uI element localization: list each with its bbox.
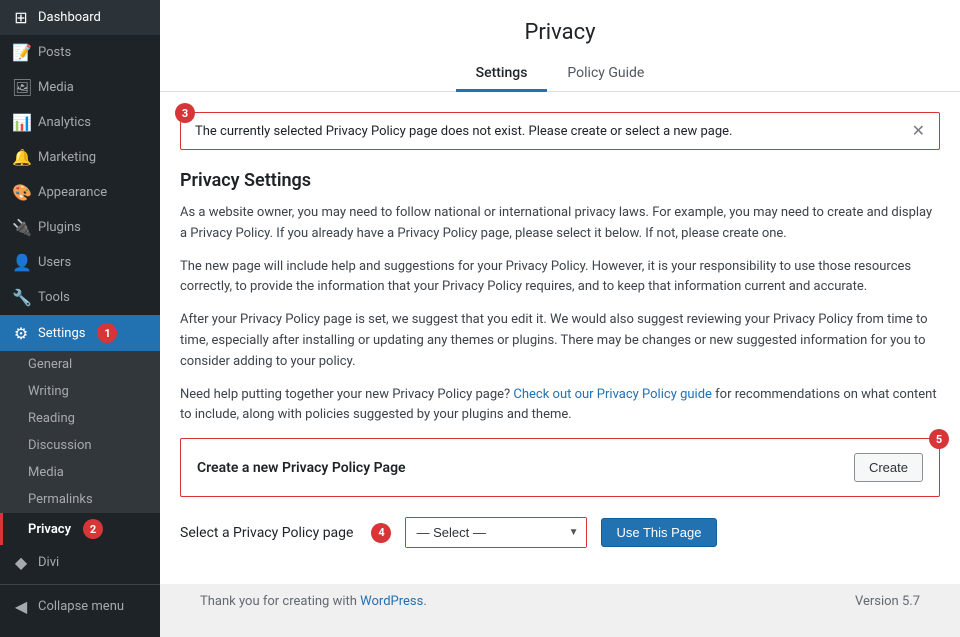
sidebar-item-label: Dashboard xyxy=(38,10,101,25)
divi-icon: ◆ xyxy=(12,553,30,572)
sidebar-item-appearance[interactable]: 🎨 Appearance xyxy=(0,175,160,210)
submenu-item-discussion[interactable]: Discussion xyxy=(0,432,160,459)
create-label: Create a new Privacy Policy Page xyxy=(197,460,838,476)
settings-submenu: General Writing Reading Discussion Media… xyxy=(0,351,160,545)
submenu-item-writing[interactable]: Writing xyxy=(0,378,160,405)
sidebar-item-label: Plugins xyxy=(38,220,81,235)
policy-page-select[interactable]: — Select — xyxy=(406,518,586,547)
submenu-label: Reading xyxy=(28,411,75,426)
alert-message: The currently selected Privacy Policy pa… xyxy=(195,124,732,139)
sidebar: ⊞ Dashboard 📝 Posts 🖼 Media 📊 Analytics … xyxy=(0,0,160,637)
create-policy-row: 5 Create a new Privacy Policy Page Creat… xyxy=(180,438,940,497)
alert-badge: 3 xyxy=(175,103,195,123)
tab-policy-guide[interactable]: Policy Guide xyxy=(547,57,664,92)
settings-badge: 1 xyxy=(97,323,117,343)
sidebar-item-plugins[interactable]: 🔌 Plugins xyxy=(0,210,160,245)
tab-settings[interactable]: Settings xyxy=(456,57,548,92)
marketing-icon: 🔔 xyxy=(12,148,30,167)
tools-icon: 🔧 xyxy=(12,288,30,307)
use-this-page-button[interactable]: Use This Page xyxy=(601,518,716,547)
sidebar-item-label: Analytics xyxy=(38,115,91,130)
sidebar-item-media[interactable]: 🖼 Media xyxy=(0,70,160,105)
page-title: Privacy xyxy=(160,20,960,45)
sidebar-item-divi[interactable]: ◆ Divi xyxy=(0,545,160,580)
submenu-item-permalinks[interactable]: Permalinks xyxy=(0,486,160,513)
page-footer: Thank you for creating with WordPress. V… xyxy=(180,584,940,619)
sidebar-item-label: Collapse menu xyxy=(38,599,124,614)
submenu-label: Writing xyxy=(28,384,69,399)
submenu-item-privacy[interactable]: Privacy 2 xyxy=(0,513,160,545)
submenu-item-reading[interactable]: Reading xyxy=(0,405,160,432)
alert-box: 3 The currently selected Privacy Policy … xyxy=(180,112,940,150)
submenu-label: Media xyxy=(28,465,64,480)
footer-thank-you: Thank you for creating with WordPress. xyxy=(200,594,427,609)
sidebar-item-label: Marketing xyxy=(38,150,96,165)
submenu-item-general[interactable]: General xyxy=(0,351,160,378)
sidebar-item-marketing[interactable]: 🔔 Marketing xyxy=(0,140,160,175)
content-body: 3 The currently selected Privacy Policy … xyxy=(160,92,960,584)
posts-icon: 📝 xyxy=(12,43,30,62)
content-paragraph-2: The new page will include help and sugge… xyxy=(180,257,940,299)
collapse-icon: ◀ xyxy=(12,597,30,616)
select-policy-row: Select a Privacy Policy page 4 — Select … xyxy=(180,517,940,548)
footer-text: Thank you for creating with xyxy=(200,594,357,609)
sidebar-item-label: Appearance xyxy=(38,185,107,200)
submenu-item-media[interactable]: Media xyxy=(0,459,160,486)
main-content: Privacy Settings Policy Guide 3 The curr… xyxy=(160,0,960,637)
sidebar-divider xyxy=(0,584,160,585)
sidebar-item-label: Settings xyxy=(38,326,85,341)
paragraph4-before: Need help putting together your new Priv… xyxy=(180,387,510,402)
sidebar-item-label: Tools xyxy=(38,290,70,305)
submenu-label: Privacy xyxy=(28,522,71,537)
select-label: Select a Privacy Policy page xyxy=(180,525,353,541)
plugins-icon: 🔌 xyxy=(12,218,30,237)
collapse-menu-item[interactable]: ◀ Collapse menu xyxy=(0,589,160,624)
privacy-policy-guide-link[interactable]: Check out our Privacy Policy guide xyxy=(513,387,712,402)
sidebar-item-settings[interactable]: ⚙ Settings 1 xyxy=(0,315,160,351)
users-icon: 👤 xyxy=(12,253,30,272)
sidebar-item-label: Media xyxy=(38,80,74,95)
sidebar-item-dashboard[interactable]: ⊞ Dashboard xyxy=(0,0,160,35)
tabs-nav: Settings Policy Guide xyxy=(160,57,960,91)
submenu-label: Permalinks xyxy=(28,492,93,507)
privacy-badge: 2 xyxy=(83,519,103,539)
settings-icon: ⚙ xyxy=(12,324,30,343)
sidebar-item-label: Users xyxy=(38,255,71,270)
submenu-label: Discussion xyxy=(28,438,92,453)
sidebar-item-label: Posts xyxy=(38,45,71,60)
section-heading: Privacy Settings xyxy=(180,170,940,191)
sidebar-item-label: Divi xyxy=(38,555,59,570)
create-badge: 5 xyxy=(929,429,949,449)
submenu-label: General xyxy=(28,357,72,372)
content-paragraph-3: After your Privacy Policy page is set, w… xyxy=(180,310,940,372)
select-wrapper: — Select — ▼ xyxy=(405,517,587,548)
page-header: Privacy Settings Policy Guide xyxy=(160,0,960,92)
analytics-icon: 📊 xyxy=(12,113,30,132)
content-paragraph-1: As a website owner, you may need to foll… xyxy=(180,203,940,245)
dashboard-icon: ⊞ xyxy=(12,8,30,27)
select-badge: 4 xyxy=(371,523,391,543)
content-paragraph-4: Need help putting together your new Priv… xyxy=(180,385,940,427)
wordpress-link[interactable]: WordPress xyxy=(360,594,423,609)
appearance-icon: 🎨 xyxy=(12,183,30,202)
media-icon: 🖼 xyxy=(12,78,30,97)
footer-version: Version 5.7 xyxy=(855,594,920,609)
sidebar-item-analytics[interactable]: 📊 Analytics xyxy=(0,105,160,140)
create-button[interactable]: Create xyxy=(854,453,923,482)
alert-close-button[interactable]: ✕ xyxy=(912,123,925,139)
sidebar-item-users[interactable]: 👤 Users xyxy=(0,245,160,280)
sidebar-item-posts[interactable]: 📝 Posts xyxy=(0,35,160,70)
sidebar-item-tools[interactable]: 🔧 Tools xyxy=(0,280,160,315)
